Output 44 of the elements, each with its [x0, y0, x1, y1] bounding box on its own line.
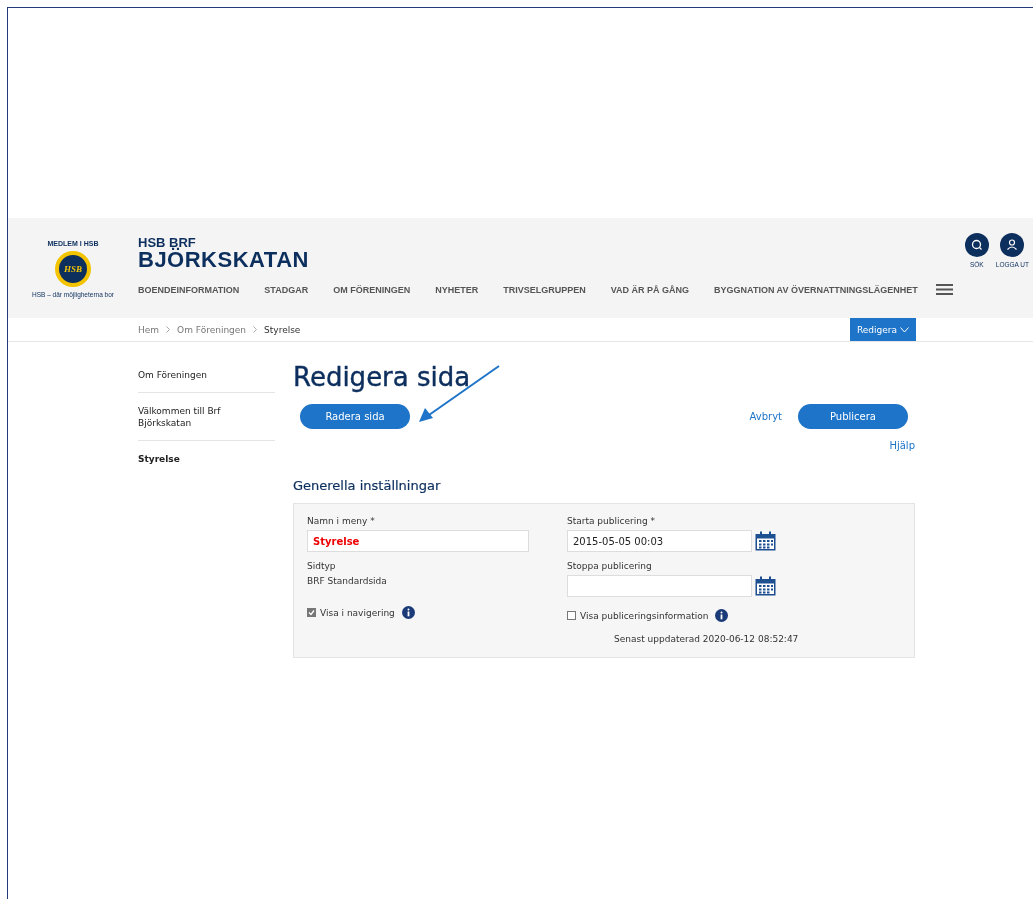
stop-date-field[interactable] [567, 575, 752, 597]
nav-link[interactable]: BOENDEINFORMATION [138, 284, 240, 295]
breadcrumb-link[interactable]: Hem [138, 324, 160, 335]
chevron-right-icon [166, 326, 171, 333]
nav-link[interactable]: BYGGNATION AV ÖVERNATTNINGSLÄGENHET [714, 284, 918, 295]
calendar-icon[interactable] [755, 576, 776, 596]
publish-button[interactable]: Publicera [798, 404, 908, 429]
field-label: Stoppa publicering [567, 561, 653, 571]
checkbox[interactable] [307, 608, 316, 617]
chevron-right-icon [253, 326, 258, 333]
sidebar-link[interactable]: Styrelse [138, 449, 275, 476]
section-heading: Generella inställningar [293, 478, 442, 493]
calendar-icon[interactable] [755, 531, 776, 551]
start-date-field[interactable]: 2015-05-05 00:03 [567, 530, 752, 552]
breadcrumb-link[interactable]: Om Föreningen [177, 324, 247, 335]
page-title: Redigera sida [293, 362, 472, 392]
checkbox-label: Visa publiceringsinformation [580, 610, 709, 621]
chevron-down-icon [900, 326, 909, 333]
last-updated-text: Senast uppdaterad 2020-06-12 08:52:47 [614, 634, 800, 644]
edit-dropdown-button[interactable]: Redigera [849, 318, 916, 341]
nav-link[interactable]: NYHETER [435, 284, 479, 295]
info-icon[interactable] [401, 606, 415, 619]
sidebar-link[interactable]: Välkommen till Brf Björkskatan [138, 401, 275, 441]
nav-link[interactable]: TRIVSELGRUPPEN [503, 284, 586, 295]
page-type-value: BRF Standardsida [307, 576, 388, 586]
field-label: Namn i meny * [307, 516, 376, 526]
info-icon[interactable] [715, 609, 729, 622]
field-label: Sidtyp [307, 561, 337, 571]
menu-name-field[interactable]: Styrelse [307, 530, 529, 552]
menu-icon[interactable] [935, 284, 953, 295]
emblem-logo: HSB [55, 251, 91, 287]
nav-link[interactable]: VAD ÄR PÅ GÅNG [610, 284, 690, 295]
search-icon[interactable] [964, 233, 989, 257]
cancel-link[interactable]: Avbryt [749, 411, 782, 422]
user-icon[interactable] [1000, 233, 1025, 257]
breadcrumb-link[interactable]: Styrelse [264, 324, 301, 335]
field-label: Starta publicering * [567, 516, 656, 526]
delete-page-button[interactable]: Radera sida [300, 404, 410, 429]
sidebar-link[interactable]: Om Föreningen [138, 366, 275, 393]
help-link[interactable]: Hjälp [889, 440, 915, 451]
nav-link[interactable]: STADGAR [264, 284, 309, 295]
checkbox-label: Visa i navigering [320, 607, 395, 618]
checkbox[interactable] [567, 611, 576, 620]
nav-link[interactable]: OM FÖRENINGEN [333, 284, 411, 295]
